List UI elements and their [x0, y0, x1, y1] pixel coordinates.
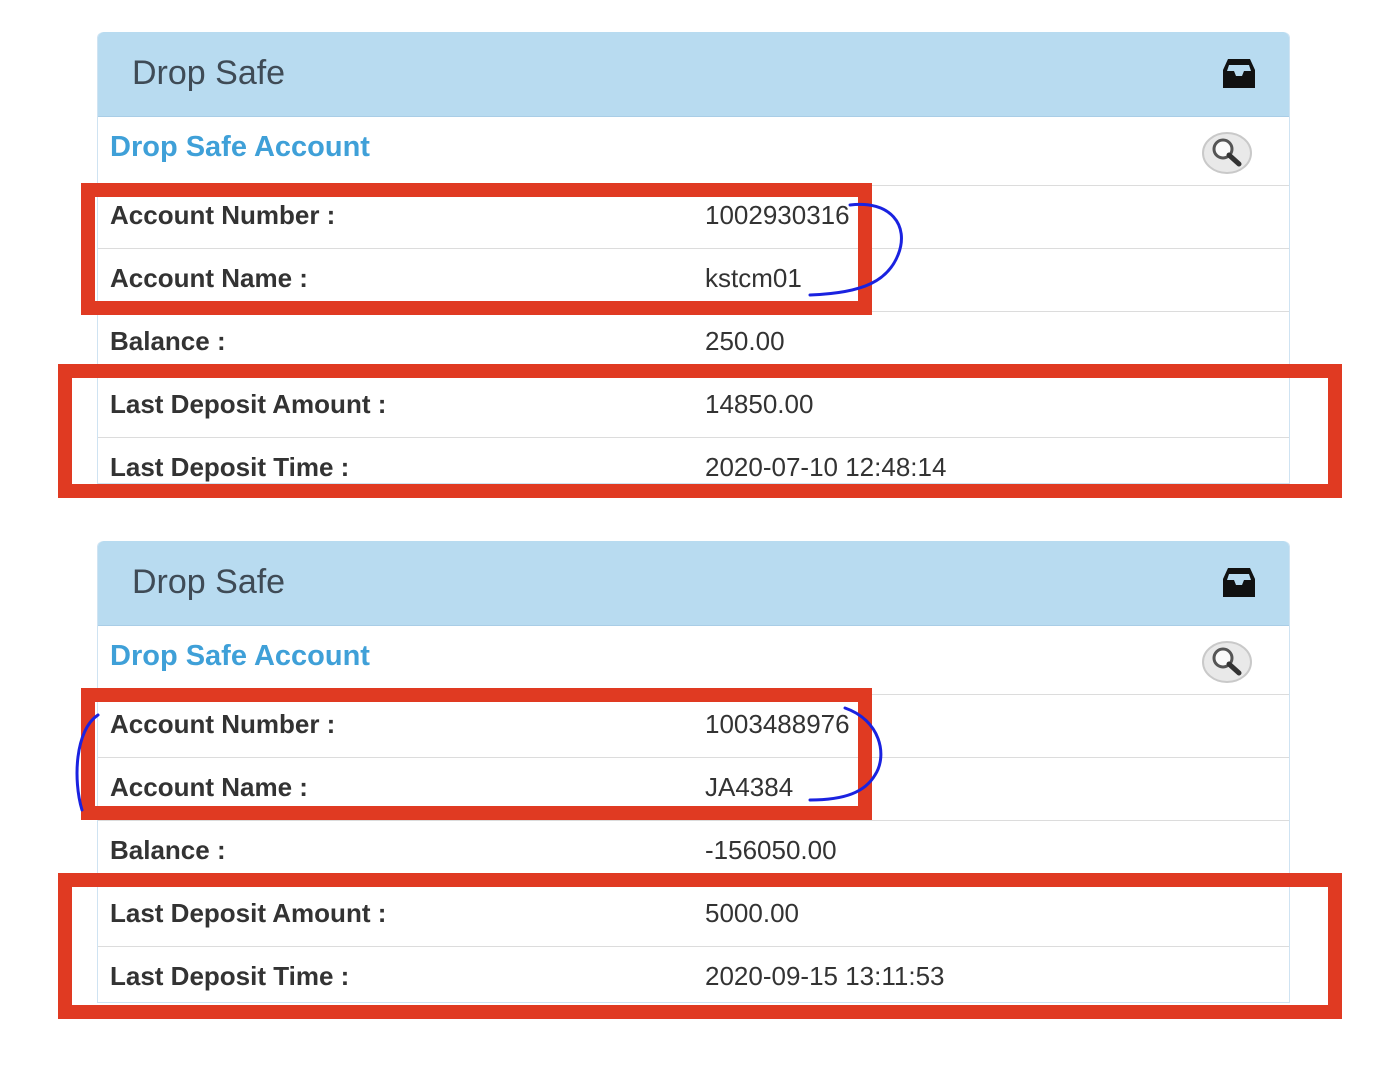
search-icon[interactable]: [1201, 131, 1253, 175]
last-deposit-time-row: Last Deposit Time : 2020-09-15 13:11:53: [98, 947, 1289, 1009]
row-label: Last Deposit Time :: [110, 961, 350, 991]
drop-safe-panel: Drop Safe Drop Safe Account Account Numb…: [97, 541, 1290, 1003]
account-name-row: Account Name : kstcm01: [98, 249, 1289, 312]
row-label: Balance :: [110, 835, 226, 865]
panel-header: Drop Safe: [98, 541, 1289, 626]
account-number-row: Account Number : 1003488976: [98, 695, 1289, 758]
row-label: Balance :: [110, 326, 226, 356]
row-value: 2020-09-15 13:11:53: [705, 961, 945, 991]
account-number-row: Account Number : 1002930316: [98, 186, 1289, 249]
row-label: Account Name :: [110, 263, 308, 293]
panel-title: Drop Safe: [132, 563, 286, 601]
drop-safe-panel: Drop Safe Drop Safe Account Account Numb…: [97, 32, 1290, 484]
panel-header: Drop Safe: [98, 32, 1289, 117]
row-value: -156050.00: [705, 835, 837, 865]
account-name-row: Account Name : JA4384: [98, 758, 1289, 821]
row-value: 14850.00: [705, 389, 814, 419]
row-value: 1003488976: [705, 709, 850, 739]
row-value: 1002930316: [705, 200, 850, 230]
inbox-icon[interactable]: [1219, 54, 1259, 94]
row-value: kstcm01: [705, 263, 802, 293]
row-label: Account Name :: [110, 772, 308, 802]
row-label: Account Number :: [110, 709, 336, 739]
last-deposit-amount-row: Last Deposit Amount : 14850.00: [98, 375, 1289, 438]
row-value: JA4384: [705, 772, 794, 802]
row-label: Last Deposit Amount :: [110, 898, 387, 928]
row-label: Last Deposit Time :: [110, 452, 350, 482]
balance-row: Balance : -156050.00: [98, 821, 1289, 884]
row-value: 2020-07-10 12:48:14: [705, 452, 947, 482]
account-section-title: Drop Safe Account: [110, 640, 370, 672]
row-label: Account Number :: [110, 200, 336, 230]
row-label: Last Deposit Amount :: [110, 389, 387, 419]
row-value: 5000.00: [705, 898, 799, 928]
inbox-icon[interactable]: [1219, 563, 1259, 603]
balance-row: Balance : 250.00: [98, 312, 1289, 375]
last-deposit-amount-row: Last Deposit Amount : 5000.00: [98, 884, 1289, 947]
last-deposit-time-row: Last Deposit Time : 2020-07-10 12:48:14: [98, 438, 1289, 500]
account-section-title: Drop Safe Account: [110, 131, 370, 163]
search-icon[interactable]: [1201, 640, 1253, 684]
account-subheader: Drop Safe Account: [98, 626, 1289, 695]
account-subheader: Drop Safe Account: [98, 117, 1289, 186]
panel-title: Drop Safe: [132, 54, 286, 92]
row-value: 250.00: [705, 326, 785, 356]
